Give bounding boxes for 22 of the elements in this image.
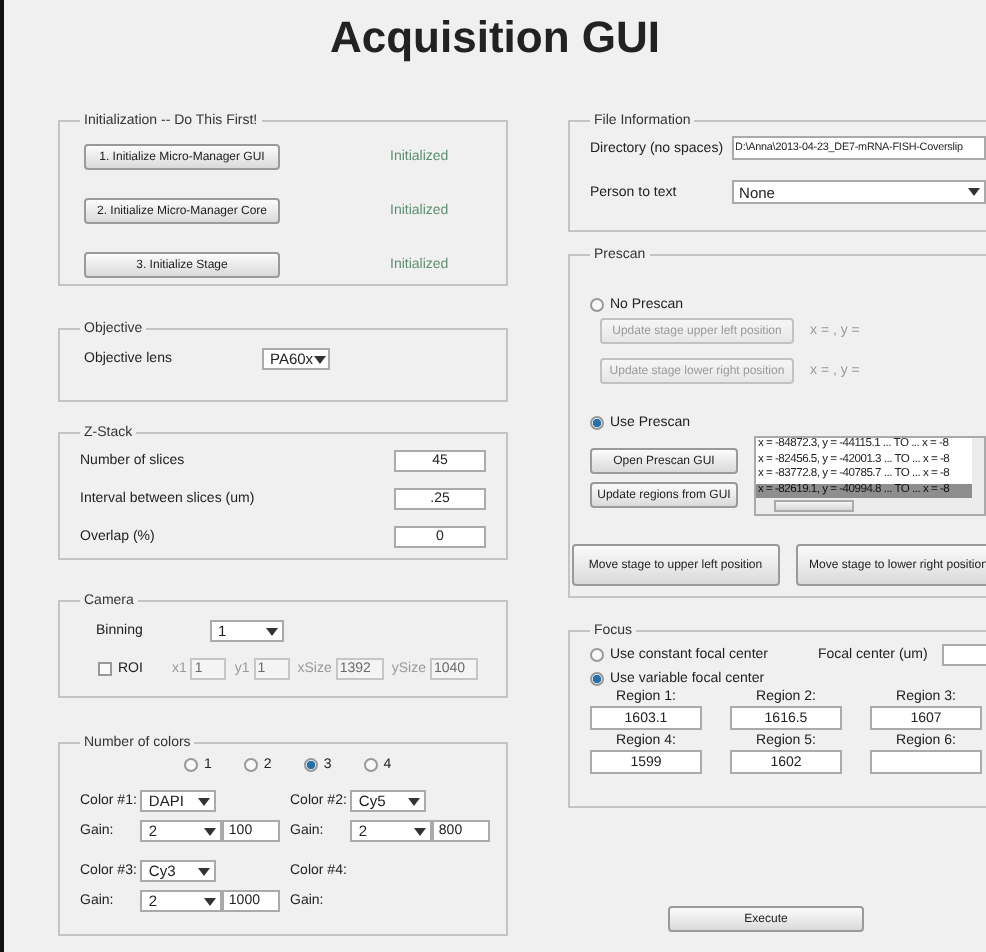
- radio-button[interactable]: [184, 758, 198, 772]
- radio-button[interactable]: [590, 298, 604, 312]
- caret-icon: [198, 867, 211, 875]
- radio-button[interactable]: [590, 672, 604, 686]
- scrollbar[interactable]: [972, 438, 984, 498]
- input-field[interactable]: [870, 750, 982, 774]
- radio-button[interactable]: [363, 758, 378, 772]
- scrollbar[interactable]: [756, 498, 984, 514]
- checkbox[interactable]: [98, 662, 112, 676]
- radio-button[interactable]: [590, 416, 604, 430]
- window-title: Acquisition GUI: [328, 10, 662, 66]
- radio-button[interactable]: [243, 758, 258, 772]
- radio-button[interactable]: [590, 648, 604, 662]
- caret-icon: [266, 627, 278, 635]
- caret-icon: [414, 827, 427, 835]
- caret-icon: [968, 188, 980, 196]
- radio-button[interactable]: [303, 758, 318, 772]
- caret-icon: [204, 827, 217, 835]
- caret-icon: [204, 897, 217, 905]
- caret-icon: [408, 797, 421, 805]
- caret-icon: [198, 797, 211, 805]
- caret-icon: [313, 355, 326, 363]
